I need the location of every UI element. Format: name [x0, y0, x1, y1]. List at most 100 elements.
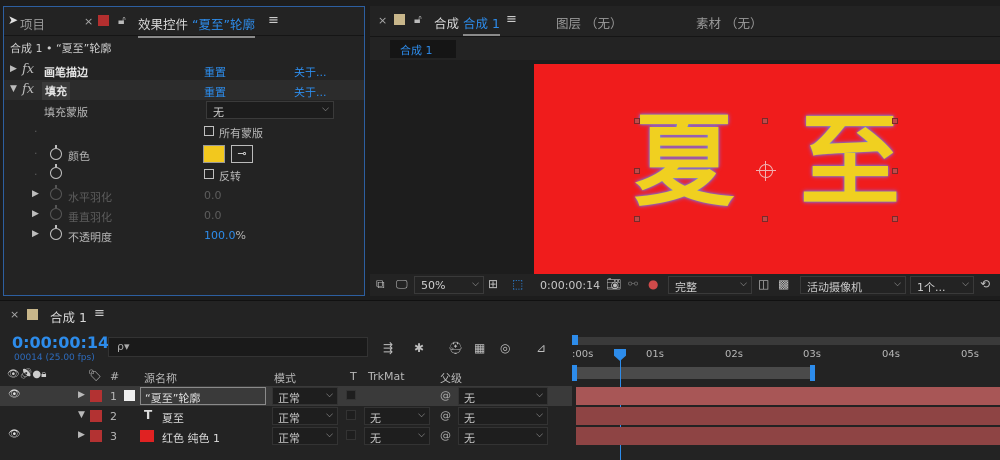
reset-link[interactable]: 重置 [204, 84, 226, 100]
expand-triangle-icon[interactable]: ▶ [10, 64, 17, 74]
expand-triangle-icon[interactable]: ▶ [78, 390, 85, 400]
grid-icon[interactable]: ⊞ [488, 277, 498, 291]
close-icon[interactable]: × [10, 308, 19, 321]
graph-editor-icon[interactable]: ⊿ [536, 341, 546, 355]
tab-project[interactable]: 项目 [20, 14, 45, 33]
layer-mode-dropdown[interactable]: 正常 ⌵ [272, 407, 338, 425]
label-tag-icon[interactable]: 🏷︎ [88, 369, 102, 382]
view-layout-dropdown[interactable]: 1个... ⌵ [910, 276, 974, 294]
reset-link[interactable]: 重置 [204, 64, 226, 80]
lock-icon[interactable]: 🔓︎ [414, 12, 422, 27]
layer-search-input[interactable]: ρ▾ [108, 337, 368, 357]
camera-snapshot-icon[interactable]: 📷︎ [606, 277, 621, 291]
zoom-dropdown[interactable]: 50% ⌵ [414, 276, 484, 294]
layer-name[interactable]: 夏至 [162, 410, 184, 426]
preserve-transparency-checkbox[interactable] [346, 390, 356, 400]
timeline-tab[interactable]: 合成 1 [50, 307, 87, 326]
parent-pickwhip-icon[interactable]: @ [440, 389, 451, 402]
frame-blending-icon[interactable]: ▦ [474, 341, 485, 355]
about-link[interactable]: 关于... [294, 84, 327, 100]
expand-triangle-icon[interactable]: ▶ [32, 229, 39, 239]
av-features-icons[interactable]: 👁︎🔊︎●🔒︎ [7, 369, 46, 380]
motion-blur-icon[interactable]: ◎ [500, 341, 510, 355]
transform-handle[interactable] [892, 168, 898, 174]
opacity-value[interactable]: 100.0% [204, 229, 246, 242]
fx-icon[interactable]: fx [22, 82, 34, 97]
eyedropper-icon[interactable]: ⊸ [231, 145, 253, 163]
layer-row-2[interactable]: ▼ 2 T 夏至 正常 ⌵ 无 ⌵ @ 无 ⌵ [0, 406, 572, 426]
layer-bar-2[interactable] [576, 407, 1000, 425]
anchor-point-icon[interactable] [756, 161, 776, 181]
tab-footage[interactable]: 素材 （无） [696, 13, 762, 32]
stopwatch-icon[interactable] [50, 164, 62, 179]
navigator-start-handle[interactable] [572, 335, 578, 345]
comp-mini-flowchart-icon[interactable]: ⇶ [383, 341, 393, 355]
transform-handle[interactable] [892, 216, 898, 222]
layer-bar-3[interactable] [576, 427, 1000, 445]
reset-exposure-icon[interactable]: ⟲ [980, 277, 990, 291]
monitor-icon[interactable]: 🖵︎ [396, 277, 408, 292]
layer-name-input[interactable]: “夏至”轮廓 [140, 387, 266, 405]
panel-menu-icon[interactable]: ≡ [268, 13, 279, 28]
draft-3d-icon[interactable]: ✱ [414, 341, 424, 355]
effect-row-fill[interactable]: ▼ fx 填充 重置 关于... [4, 80, 364, 100]
expand-triangle-icon[interactable]: ▶ [32, 209, 39, 219]
all-masks-checkbox[interactable] [204, 126, 214, 136]
tab-layer[interactable]: 图层 （无） [556, 13, 622, 32]
layer-label-color[interactable] [90, 410, 102, 422]
work-area-navigator[interactable] [572, 337, 1000, 345]
layer-parent-dropdown[interactable]: 无 ⌵ [458, 407, 548, 425]
camera-view-dropdown[interactable]: 活动摄像机 ⌵ [800, 276, 906, 294]
work-area-end[interactable] [810, 365, 815, 381]
work-area-bar[interactable] [576, 367, 812, 379]
comp-breadcrumb-chip[interactable]: 合成 1 [390, 40, 456, 58]
time-ruler[interactable]: :00s 01s 02s 03s 04s 05s [572, 347, 1000, 367]
composition-canvas[interactable]: 夏 至 [534, 64, 1000, 274]
layer-trkmat-dropdown[interactable]: 无 ⌵ [364, 427, 430, 445]
transform-handle[interactable] [762, 216, 768, 222]
current-timecode[interactable]: 0:00:00:14 [12, 333, 109, 352]
transform-handle[interactable] [634, 118, 640, 124]
eye-icon[interactable]: 👁︎ [8, 429, 21, 440]
layer-name[interactable]: 红色 纯色 1 [162, 430, 220, 446]
mask-visibility-icon[interactable]: ⬚ [512, 277, 523, 291]
transform-handle[interactable] [762, 118, 768, 124]
region-of-interest-icon[interactable]: ⧉ [376, 277, 385, 292]
layer-row-3[interactable]: 👁︎ ▶ 3 红色 纯色 1 正常 ⌵ 无 ⌵ @ 无 ⌵ [0, 426, 572, 446]
parent-pickwhip-icon[interactable]: @ [440, 409, 451, 422]
parent-pickwhip-icon[interactable]: @ [440, 429, 451, 442]
layer-label-color[interactable] [90, 390, 102, 402]
collapse-triangle-icon[interactable]: ▼ [78, 410, 85, 420]
layer-mode-dropdown[interactable]: 正常 ⌵ [272, 387, 338, 405]
eye-icon[interactable]: 👁︎ [8, 389, 21, 400]
preserve-transparency-checkbox[interactable] [346, 410, 356, 420]
layer-bar-1[interactable] [576, 387, 1000, 405]
viewer-timecode[interactable]: 0:00:00:14 [540, 279, 600, 292]
transform-handle[interactable] [892, 118, 898, 124]
expand-triangle-icon[interactable]: ▶ [78, 430, 85, 440]
about-link[interactable]: 关于... [294, 64, 327, 80]
preserve-transparency-checkbox[interactable] [346, 430, 356, 440]
layer-row-1[interactable]: 👁︎ ▶ 1 “夏至”轮廓 正常 ⌵ @ 无 ⌵ [0, 386, 572, 406]
close-icon[interactable]: × [84, 15, 93, 28]
lock-icon[interactable]: 🔓︎ [118, 13, 126, 28]
panel-menu-icon[interactable]: ≡ [506, 12, 517, 27]
col-source-name[interactable]: 源名称 [144, 370, 177, 386]
layer-mode-dropdown[interactable]: 正常 ⌵ [272, 427, 338, 445]
stopwatch-icon[interactable] [50, 225, 62, 240]
layer-parent-dropdown[interactable]: 无 ⌵ [458, 427, 548, 445]
layer-trkmat-dropdown[interactable]: 无 ⌵ [364, 407, 430, 425]
tab-composition[interactable]: 合成 合成 1 [434, 13, 500, 36]
close-icon[interactable]: × [378, 14, 387, 27]
work-area-start[interactable] [572, 365, 577, 381]
show-snapshot-icon[interactable]: ⚯ [628, 277, 638, 291]
color-swatch[interactable] [203, 145, 225, 163]
color-channels-icon[interactable]: ● [648, 277, 658, 291]
fill-mask-dropdown[interactable]: 无 ⌵ [206, 101, 334, 119]
invert-checkbox[interactable] [204, 169, 214, 179]
layer-parent-dropdown[interactable]: 无 ⌵ [458, 387, 548, 405]
fx-icon[interactable]: fx [22, 62, 34, 77]
stopwatch-icon[interactable] [50, 145, 62, 160]
expand-triangle-icon[interactable]: ▶ [32, 189, 39, 199]
resolution-dropdown[interactable]: 完整 ⌵ [668, 276, 752, 294]
